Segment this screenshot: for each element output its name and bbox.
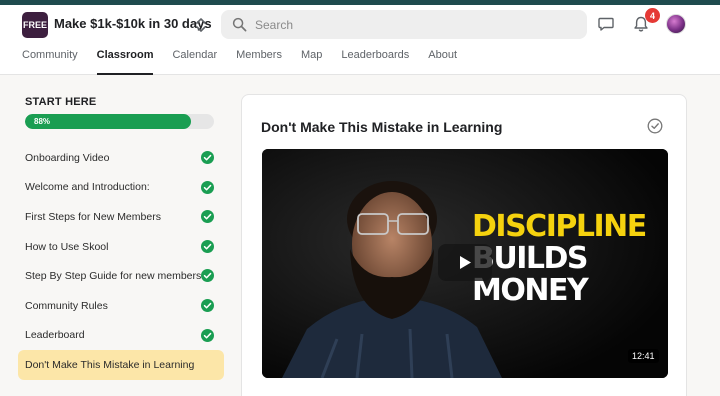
lesson-item[interactable]: Leaderboard [18,321,224,351]
lesson-title: First Steps for New Members [25,210,161,223]
check-circle-icon [201,239,214,253]
progress-label: 88% [34,117,51,126]
tab-calendar[interactable]: Calendar [172,48,217,75]
check-circle-icon [201,180,214,194]
check-circle-icon [201,210,214,224]
lesson-title: Step By Step Guide for new members [25,270,202,283]
group-logo[interactable]: FREE [22,12,48,38]
check-circle-icon [201,298,214,312]
tab-about[interactable]: About [428,48,457,75]
module-title: START HERE [25,96,97,108]
thumbnail-line: MONEY [472,273,589,308]
tab-members[interactable]: Members [236,48,282,75]
tab-map[interactable]: Map [301,48,322,75]
lesson-item[interactable]: Step By Step Guide for new members [18,261,224,291]
lesson-title: How to Use Skool [25,240,109,253]
nav-tabs: Community Classroom Calendar Members Map… [22,48,476,75]
mark-complete-icon[interactable] [647,118,663,134]
lesson-item-active[interactable]: Don't Make This Mistake in Learning [18,350,224,380]
video-duration: 12:41 [628,349,659,363]
lesson-title: Don't Make This Mistake in Learning [25,358,195,371]
tab-community[interactable]: Community [22,48,78,75]
avatar[interactable] [666,14,686,34]
thumbnail-caption: DISCIPLINE BUILDS MONEY [472,209,647,308]
top-header: FREE Make $1k-$10k in 30 days 4 Communit… [0,5,720,75]
group-name[interactable]: Make $1k-$10k in 30 days [54,16,212,31]
lesson-item[interactable]: How to Use Skool [18,232,224,262]
lesson-title: Leaderboard [25,329,85,342]
lesson-content-card: Don't Make This Mistake in Learning DISC… [241,94,687,396]
check-circle-icon [201,328,214,342]
search-icon [232,17,247,32]
tab-leaderboards[interactable]: Leaderboards [341,48,409,75]
thumbnail-line: DISCIPLINE [472,209,647,244]
progress-fill: 88% [25,114,192,129]
lesson-list: Onboarding Video Welcome and Introductio… [18,143,224,380]
play-icon [460,256,471,269]
chat-icon[interactable] [597,15,615,33]
check-circle-icon [201,151,214,164]
lesson-title: Community Rules [25,299,108,312]
lesson-heading: Don't Make This Mistake in Learning [261,119,503,135]
play-button[interactable] [438,244,492,281]
tab-classroom[interactable]: Classroom [96,48,154,75]
check-circle-icon [201,269,214,283]
search-input[interactable] [255,14,575,35]
search-bar[interactable] [221,10,587,39]
notification-badge: 4 [645,8,660,23]
lesson-item[interactable]: Community Rules [18,291,224,321]
lesson-item[interactable]: First Steps for New Members [18,202,224,232]
lesson-item[interactable]: Welcome and Introduction: [18,173,224,203]
lesson-title: Onboarding Video [25,151,110,164]
lesson-title: Welcome and Introduction: [25,181,150,194]
video-player[interactable]: DISCIPLINE BUILDS MONEY 12:41 [262,149,668,378]
lesson-item[interactable]: Onboarding Video [18,143,224,173]
progress-bar: 88% [25,114,214,129]
thumbnail-line: BUILDS [472,241,589,276]
switch-group-icon[interactable] [194,15,208,35]
